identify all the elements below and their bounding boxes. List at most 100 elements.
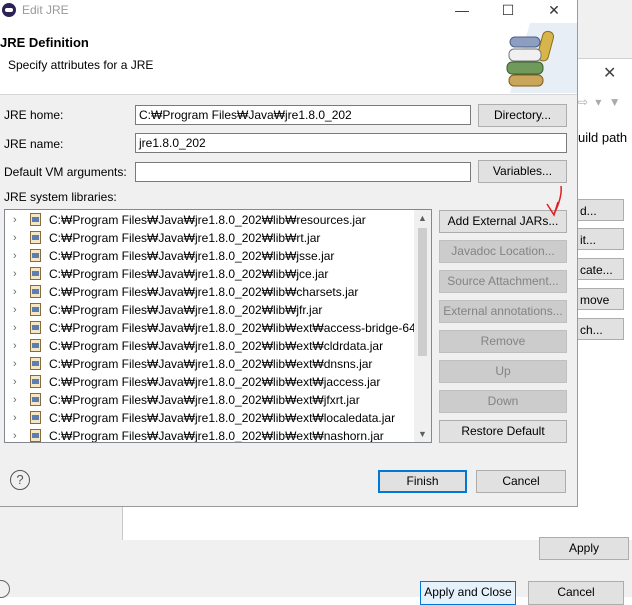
title-bar: Edit JRE — ☐ ✕	[0, 0, 577, 21]
restore-default-button[interactable]: Restore Default	[439, 420, 567, 443]
external-annotations-button[interactable]: External annotations...	[439, 300, 567, 323]
list-item[interactable]: › C:₩Program Files₩Java₩jre1.8.0_202₩lib₩…	[5, 301, 415, 319]
list-item[interactable]: › C:₩Program Files₩Java₩jre1.8.0_202₩lib₩…	[5, 211, 415, 229]
chevron-right-icon[interactable]: ›	[13, 301, 17, 319]
list-item[interactable]: › C:₩Program Files₩Java₩jre1.8.0_202₩lib₩…	[5, 427, 415, 443]
jre-home-label: JRE home:	[4, 108, 64, 122]
apply-and-close-button[interactable]: Apply and Close	[420, 581, 516, 605]
library-path: C:₩Program Files₩Java₩jre1.8.0_202₩lib₩e…	[49, 411, 396, 425]
jar-file-icon	[30, 339, 41, 352]
red-annotation-mark	[546, 185, 562, 217]
remove-button[interactable]: Remove	[439, 330, 567, 353]
list-item[interactable]: › C:₩Program Files₩Java₩jre1.8.0_202₩lib₩…	[5, 337, 415, 355]
chevron-right-icon[interactable]: ›	[13, 247, 17, 265]
vm-arguments-label: Default VM arguments:	[4, 165, 127, 179]
jar-file-icon	[30, 411, 41, 424]
directory-button[interactable]: Directory...	[478, 104, 567, 127]
library-path: C:₩Program Files₩Java₩jre1.8.0_202₩lib₩e…	[49, 357, 373, 371]
list-item[interactable]: › C:₩Program Files₩Java₩jre1.8.0_202₩lib₩…	[5, 265, 415, 283]
chevron-right-icon[interactable]: ›	[13, 373, 17, 391]
jre-name-field[interactable]: jre1.8.0_202	[135, 133, 567, 153]
bg-button-5[interactable]: ch...	[578, 318, 624, 340]
scroll-down-icon[interactable]: ▼	[414, 426, 431, 442]
eclipse-icon	[2, 3, 16, 17]
help-icon[interactable]: ?	[10, 470, 30, 490]
jar-file-icon	[30, 267, 41, 280]
bg-button-4[interactable]: move	[578, 288, 624, 310]
list-item[interactable]: › C:₩Program Files₩Java₩jre1.8.0_202₩lib₩…	[5, 229, 415, 247]
bg-button-3[interactable]: cate...	[578, 258, 624, 280]
javadoc-location-button[interactable]: Javadoc Location...	[439, 240, 567, 263]
chevron-right-icon[interactable]: ›	[13, 229, 17, 247]
source-attachment-button[interactable]: Source Attachment...	[439, 270, 567, 293]
library-path: C:₩Program Files₩Java₩jre1.8.0_202₩lib₩c…	[49, 285, 359, 299]
cancel-button[interactable]: Cancel	[476, 470, 566, 493]
help-icon[interactable]	[0, 580, 10, 598]
maximize-icon[interactable]: ☐	[485, 0, 531, 21]
library-path: C:₩Program Files₩Java₩jre1.8.0_202₩lib₩r…	[49, 213, 366, 227]
jar-file-icon	[30, 303, 41, 316]
window-title: Edit JRE	[22, 3, 69, 17]
list-item[interactable]: › C:₩Program Files₩Java₩jre1.8.0_202₩lib₩…	[5, 355, 415, 373]
list-item[interactable]: › C:₩Program Files₩Java₩jre1.8.0_202₩lib₩…	[5, 319, 431, 337]
system-libraries-tree[interactable]: › C:₩Program Files₩Java₩jre1.8.0_202₩lib₩…	[4, 209, 432, 443]
bg-button-2[interactable]: it...	[578, 228, 624, 250]
list-item[interactable]: › C:₩Program Files₩Java₩jre1.8.0_202₩lib₩…	[5, 373, 415, 391]
library-books-icon	[506, 23, 577, 93]
chevron-right-icon[interactable]: ›	[13, 337, 17, 355]
chevron-right-icon[interactable]: ›	[13, 427, 17, 442]
vm-arguments-field[interactable]	[135, 162, 471, 182]
list-item[interactable]: › C:₩Program Files₩Java₩jre1.8.0_202₩lib₩…	[5, 283, 415, 301]
header-title: JRE Definition	[0, 35, 89, 50]
jar-file-icon	[30, 429, 41, 442]
list-item[interactable]: › C:₩Program Files₩Java₩jre1.8.0_202₩lib₩…	[5, 391, 415, 409]
library-path: C:₩Program Files₩Java₩jre1.8.0_202₩lib₩e…	[49, 375, 381, 389]
edit-jre-dialog: Edit JRE — ☐ ✕ JRE Definition Specify at…	[0, 0, 578, 507]
library-path: C:₩Program Files₩Java₩jre1.8.0_202₩lib₩e…	[49, 321, 432, 335]
apply-button[interactable]: Apply	[539, 537, 629, 560]
jar-file-icon	[30, 321, 41, 334]
chevron-right-icon[interactable]: ›	[13, 391, 17, 409]
scroll-thumb[interactable]	[418, 228, 427, 356]
list-item[interactable]: › C:₩Program Files₩Java₩jre1.8.0_202₩lib₩…	[5, 409, 415, 427]
jar-file-icon	[30, 213, 41, 226]
variables-button[interactable]: Variables...	[478, 160, 567, 183]
bg-button-1[interactable]: d...	[578, 199, 624, 221]
library-path: C:₩Program Files₩Java₩jre1.8.0_202₩lib₩j…	[49, 267, 329, 281]
chevron-right-icon[interactable]: ›	[13, 283, 17, 301]
jar-file-icon	[30, 285, 41, 298]
chevron-right-icon[interactable]: ›	[13, 409, 17, 427]
nav-arrows[interactable]: ⇨ ▾ ▼	[578, 95, 623, 109]
chevron-right-icon[interactable]: ›	[13, 211, 17, 229]
jar-file-icon	[30, 357, 41, 370]
header-description: Specify attributes for a JRE	[8, 58, 154, 72]
library-path: C:₩Program Files₩Java₩jre1.8.0_202₩lib₩j…	[49, 303, 323, 317]
library-path: C:₩Program Files₩Java₩jre1.8.0_202₩lib₩e…	[49, 393, 360, 407]
close-icon[interactable]: ✕	[603, 63, 616, 83]
preferences-tab-strip	[578, 30, 632, 59]
library-path: C:₩Program Files₩Java₩jre1.8.0_202₩lib₩j…	[49, 249, 335, 263]
minimize-icon[interactable]: —	[439, 0, 485, 21]
preferences-cancel-button[interactable]: Cancel	[528, 581, 624, 605]
jar-file-icon	[30, 249, 41, 262]
up-button[interactable]: Up	[439, 360, 567, 383]
chevron-right-icon[interactable]: ›	[13, 319, 17, 337]
vertical-scrollbar[interactable]: ▲ ▼	[414, 210, 431, 442]
finish-button[interactable]: Finish	[378, 470, 467, 493]
jar-file-icon	[30, 375, 41, 388]
library-path: C:₩Program Files₩Java₩jre1.8.0_202₩lib₩e…	[49, 339, 384, 353]
chevron-right-icon[interactable]: ›	[13, 355, 17, 373]
jar-file-icon	[30, 231, 41, 244]
build-path-label: uild path	[578, 130, 628, 145]
library-path: C:₩Program Files₩Java₩jre1.8.0_202₩lib₩r…	[49, 231, 321, 245]
close-icon[interactable]: ✕	[531, 0, 577, 21]
down-button[interactable]: Down	[439, 390, 567, 413]
chevron-right-icon[interactable]: ›	[13, 265, 17, 283]
list-item[interactable]: › C:₩Program Files₩Java₩jre1.8.0_202₩lib₩…	[5, 247, 415, 265]
jre-home-field[interactable]: C:₩Program Files₩Java₩jre1.8.0_202	[135, 105, 471, 125]
jar-file-icon	[30, 393, 41, 406]
jre-name-label: JRE name:	[4, 137, 64, 151]
dialog-header: JRE Definition Specify attributes for a …	[0, 21, 577, 95]
library-path: C:₩Program Files₩Java₩jre1.8.0_202₩lib₩e…	[49, 429, 384, 443]
scroll-up-icon[interactable]: ▲	[414, 210, 431, 226]
